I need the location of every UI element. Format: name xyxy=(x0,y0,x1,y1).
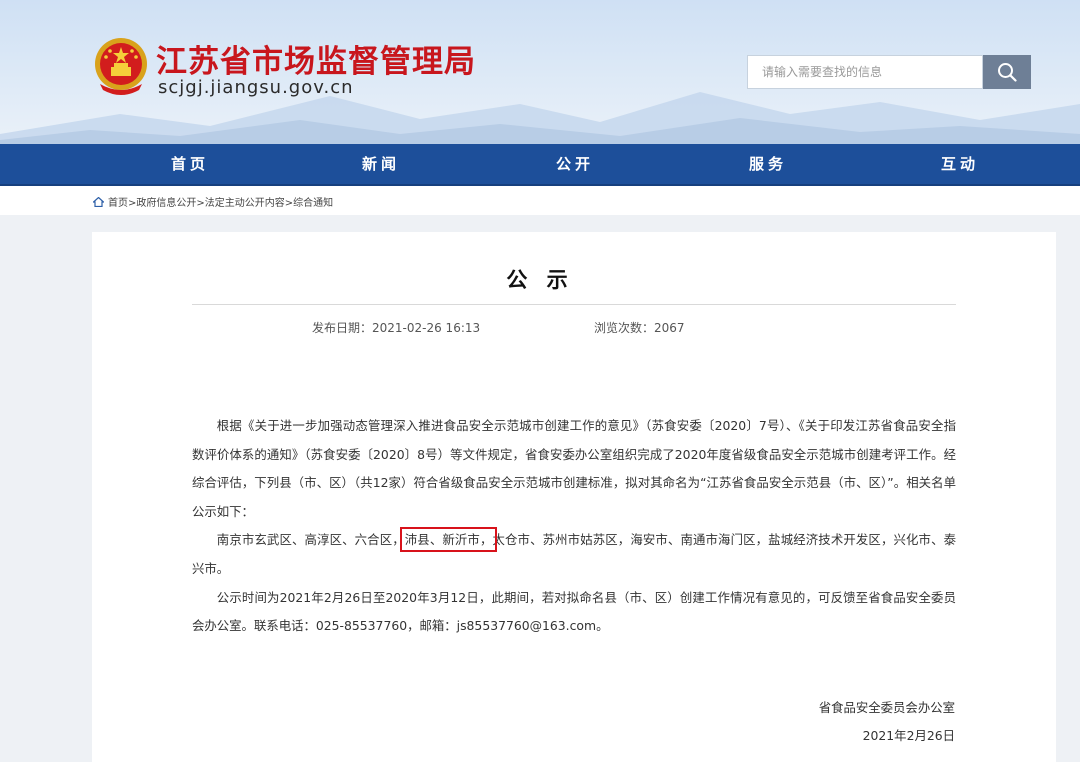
search-button[interactable] xyxy=(983,55,1031,89)
nav-item-service[interactable]: 服务 xyxy=(749,144,787,184)
main-nav: 首页 新闻 公开 服务 互动 xyxy=(0,144,1080,186)
article-body: 根据《关于进一步加强动态管理深入推进食品安全示范城市创建工作的意见》（苏食安委〔… xyxy=(192,412,956,641)
home-icon[interactable] xyxy=(93,196,104,207)
nav-item-home[interactable]: 首页 xyxy=(171,144,209,184)
search-input[interactable]: 请输入需要查找的信息 xyxy=(747,55,983,89)
article-title: 公 示 xyxy=(506,268,574,292)
search-icon xyxy=(998,63,1017,82)
nav-item-interaction[interactable]: 互动 xyxy=(941,144,979,184)
paragraph-list: 南京市玄武区、高淳区、六合区，沛县、新沂市，太仓市、苏州市姑苏区，海安市、南通市… xyxy=(192,526,956,583)
paragraph-notice: 公示时间为2021年2月26日至2020年3月12日，此期间，若对拟命名县（市、… xyxy=(192,589,956,634)
breadcrumb-text[interactable]: 首页>政府信息公开>法定主动公开内容>综合通知 xyxy=(108,194,333,209)
sign-date: 2021年2月26日 xyxy=(862,728,955,743)
breadcrumb: 首页>政府信息公开>法定主动公开内容>综合通知 xyxy=(93,194,333,209)
title-divider xyxy=(192,304,956,305)
site-title[interactable]: 江苏省市场监督管理局 xyxy=(156,36,476,81)
view-count: 浏览次数：2067 xyxy=(594,321,685,335)
list-text-before: 南京市玄武区、高淳区、六合区， xyxy=(216,532,405,548)
site-header: 江苏省市场监督管理局 scjgj.jiangsu.gov.cn 请输入需要查找的… xyxy=(0,0,1080,144)
national-emblem-icon xyxy=(95,38,147,95)
signature: 省食品安全委员会办公室 xyxy=(818,700,955,715)
highlighted-counties: 沛县、新沂市， xyxy=(399,527,498,553)
breadcrumb-bar: 首页>政府信息公开>法定主动公开内容>综合通知 xyxy=(0,186,1080,215)
publish-date: 发布日期：2021-02-26 16:13 xyxy=(312,321,481,335)
nav-item-news[interactable]: 新闻 xyxy=(362,144,400,184)
site-domain: scjgj.jiangsu.gov.cn xyxy=(158,77,354,98)
nav-item-public[interactable]: 公开 xyxy=(556,144,594,184)
paragraph-intro: 根据《关于进一步加强动态管理深入推进食品安全示范城市创建工作的意见》（苏食安委〔… xyxy=(192,418,956,519)
